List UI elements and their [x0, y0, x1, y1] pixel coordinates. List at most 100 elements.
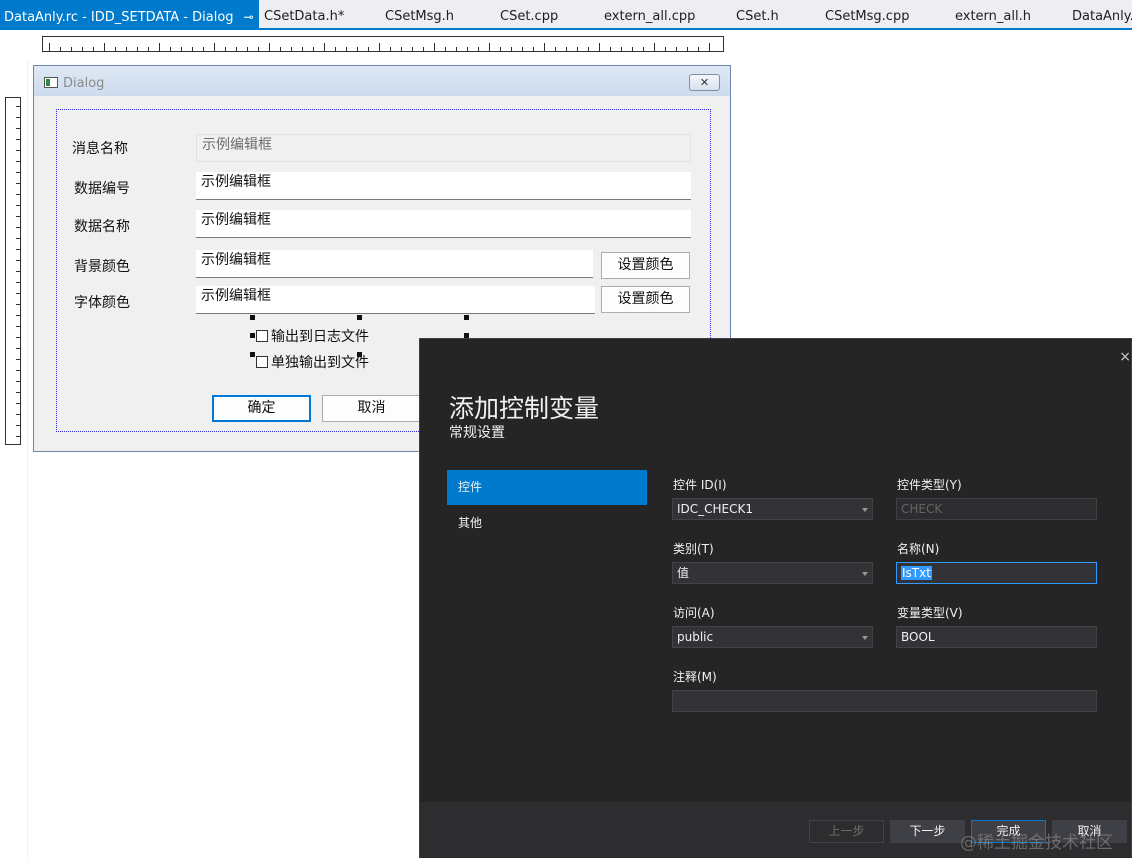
var-type-input[interactable]: BOOL — [896, 626, 1097, 648]
ruler-tick — [324, 43, 325, 51]
edit-data-name[interactable]: 示例编辑框 — [196, 210, 691, 238]
ruler-tick — [93, 47, 94, 51]
ruler-tick — [16, 128, 20, 129]
checkbox-box[interactable] — [256, 330, 268, 342]
ruler-tick — [610, 47, 611, 51]
ruler-tick — [16, 326, 20, 327]
pin-icon[interactable]: ⊸ — [244, 0, 254, 34]
ruler-tick — [16, 414, 20, 415]
control-id-combo[interactable]: IDC_CHECK1 — [672, 498, 873, 520]
ruler-tick — [16, 359, 20, 360]
selection-handle[interactable] — [250, 315, 255, 320]
ruler-tick — [16, 381, 20, 382]
ruler-tick — [434, 43, 435, 51]
dialog-titlebar: Dialog ✕ — [34, 66, 730, 96]
tab-cset-h[interactable]: CSet.h — [736, 0, 779, 28]
next-button[interactable]: 下一步 — [890, 820, 965, 843]
ruler-tick — [379, 43, 380, 51]
selection-handle[interactable] — [250, 333, 255, 338]
ruler-tick — [16, 172, 20, 173]
ruler-tick — [16, 370, 20, 371]
ruler-tick — [500, 47, 501, 51]
prev-button[interactable]: 上一步 — [809, 820, 884, 843]
ruler-tick — [511, 47, 512, 51]
ruler-tick — [236, 47, 237, 51]
ruler-tick — [247, 47, 248, 51]
comment-label: 注释(M) — [673, 670, 717, 684]
access-combo[interactable]: public — [672, 626, 873, 648]
nav-item-control[interactable]: 控件 — [447, 470, 647, 505]
nav-item-other[interactable]: 其他 — [447, 506, 647, 541]
name-input-text: IsTxt — [901, 566, 932, 580]
dialog-close-button[interactable]: ✕ — [689, 74, 720, 91]
set-bg-color-button[interactable]: 设置颜色 — [601, 252, 690, 279]
control-id-label: 控件 ID(I) — [673, 478, 727, 492]
cancel-button[interactable]: 取消 — [322, 395, 421, 422]
tab-extern-all-h[interactable]: extern_all.h — [955, 0, 1031, 28]
checkbox-label: 输出到日志文件 — [271, 329, 369, 345]
control-type-field: CHECK — [896, 498, 1097, 520]
ruler-tick — [16, 403, 20, 404]
ruler-tick — [16, 238, 20, 239]
label-font-color: 字体颜色 — [74, 295, 130, 311]
ruler-tick — [357, 47, 358, 51]
tab-csetdata-h[interactable]: CSetData.h* — [264, 0, 344, 28]
ruler-tick — [302, 47, 303, 51]
edit-data-number[interactable]: 示例编辑框 — [196, 172, 691, 200]
ruler-tick — [170, 47, 171, 51]
checkbox-box[interactable] — [256, 356, 268, 368]
selection-handle[interactable] — [464, 315, 469, 320]
ruler-tick — [445, 47, 446, 51]
ruler-tick — [16, 117, 20, 118]
var-type-label: 变量类型(V) — [897, 606, 963, 620]
tab-csetmsg-h[interactable]: CSetMsg.h — [385, 0, 454, 28]
checkbox-output-file[interactable]: 单独输出到文件 — [256, 352, 369, 372]
comment-input[interactable] — [672, 690, 1097, 712]
add-control-variable-wizard: × 添加控制变量 常规设置 控件 其他 控件 ID(I) IDC_CHECK1 … — [419, 338, 1132, 858]
ruler-tick — [71, 47, 72, 51]
ruler-tick — [60, 47, 61, 51]
ruler-tick — [137, 47, 138, 51]
selection-handle[interactable] — [357, 315, 362, 320]
tab-extern-all-cpp[interactable]: extern_all.cpp — [604, 0, 695, 28]
ruler-tick — [533, 47, 534, 51]
ruler-tick — [412, 47, 413, 51]
ruler-tick — [16, 282, 20, 283]
ruler-tick — [104, 43, 105, 51]
category-combo[interactable]: 值 — [672, 562, 873, 584]
ruler-tick — [203, 47, 204, 51]
ruler-tick — [313, 47, 314, 51]
tab-csetmsg-cpp[interactable]: CSetMsg.cpp — [825, 0, 909, 28]
ruler-tick — [16, 315, 20, 316]
ruler-tick — [181, 47, 182, 51]
selection-handle[interactable] — [250, 352, 255, 357]
edit-msg-name[interactable]: 示例编辑框 — [196, 134, 691, 162]
tab-dataanly-rc-dialog[interactable]: DataAnly.rc - IDD_SETDATA - Dialog ⊸ ✕ — [0, 0, 274, 28]
ruler-tick — [588, 47, 589, 51]
watermark: @稀土掘金技术社区 — [960, 833, 1113, 853]
ruler-tick — [577, 47, 578, 51]
ruler-tick — [676, 47, 677, 51]
ruler-tick — [225, 47, 226, 51]
tab-cset-cpp[interactable]: CSet.cpp — [500, 0, 558, 28]
edit-font-color[interactable]: 示例编辑框 — [196, 286, 595, 314]
wizard-title: 添加控制变量 — [449, 394, 600, 423]
ruler-tick — [16, 161, 20, 162]
ruler-tick — [368, 47, 369, 51]
ruler-tick — [632, 47, 633, 51]
control-type-label: 控件类型(Y) — [897, 478, 962, 492]
name-input[interactable]: IsTxt — [896, 562, 1097, 584]
close-icon[interactable]: × — [1119, 349, 1131, 365]
ruler-tick — [16, 348, 20, 349]
ruler-tick — [16, 271, 20, 272]
set-font-color-button[interactable]: 设置颜色 — [601, 286, 690, 313]
ok-button[interactable]: 确定 — [212, 395, 311, 422]
tab-dataanly-cpp[interactable]: DataAnly.cpp — [1072, 0, 1132, 28]
edit-bg-color[interactable]: 示例编辑框 — [196, 250, 593, 278]
ruler-tick — [214, 43, 215, 51]
ruler-tick — [280, 47, 281, 51]
ruler-tick — [698, 47, 699, 51]
access-label: 访问(A) — [673, 606, 715, 620]
checkbox-output-log[interactable]: 输出到日志文件 — [256, 326, 369, 346]
ruler-tick — [16, 304, 20, 305]
